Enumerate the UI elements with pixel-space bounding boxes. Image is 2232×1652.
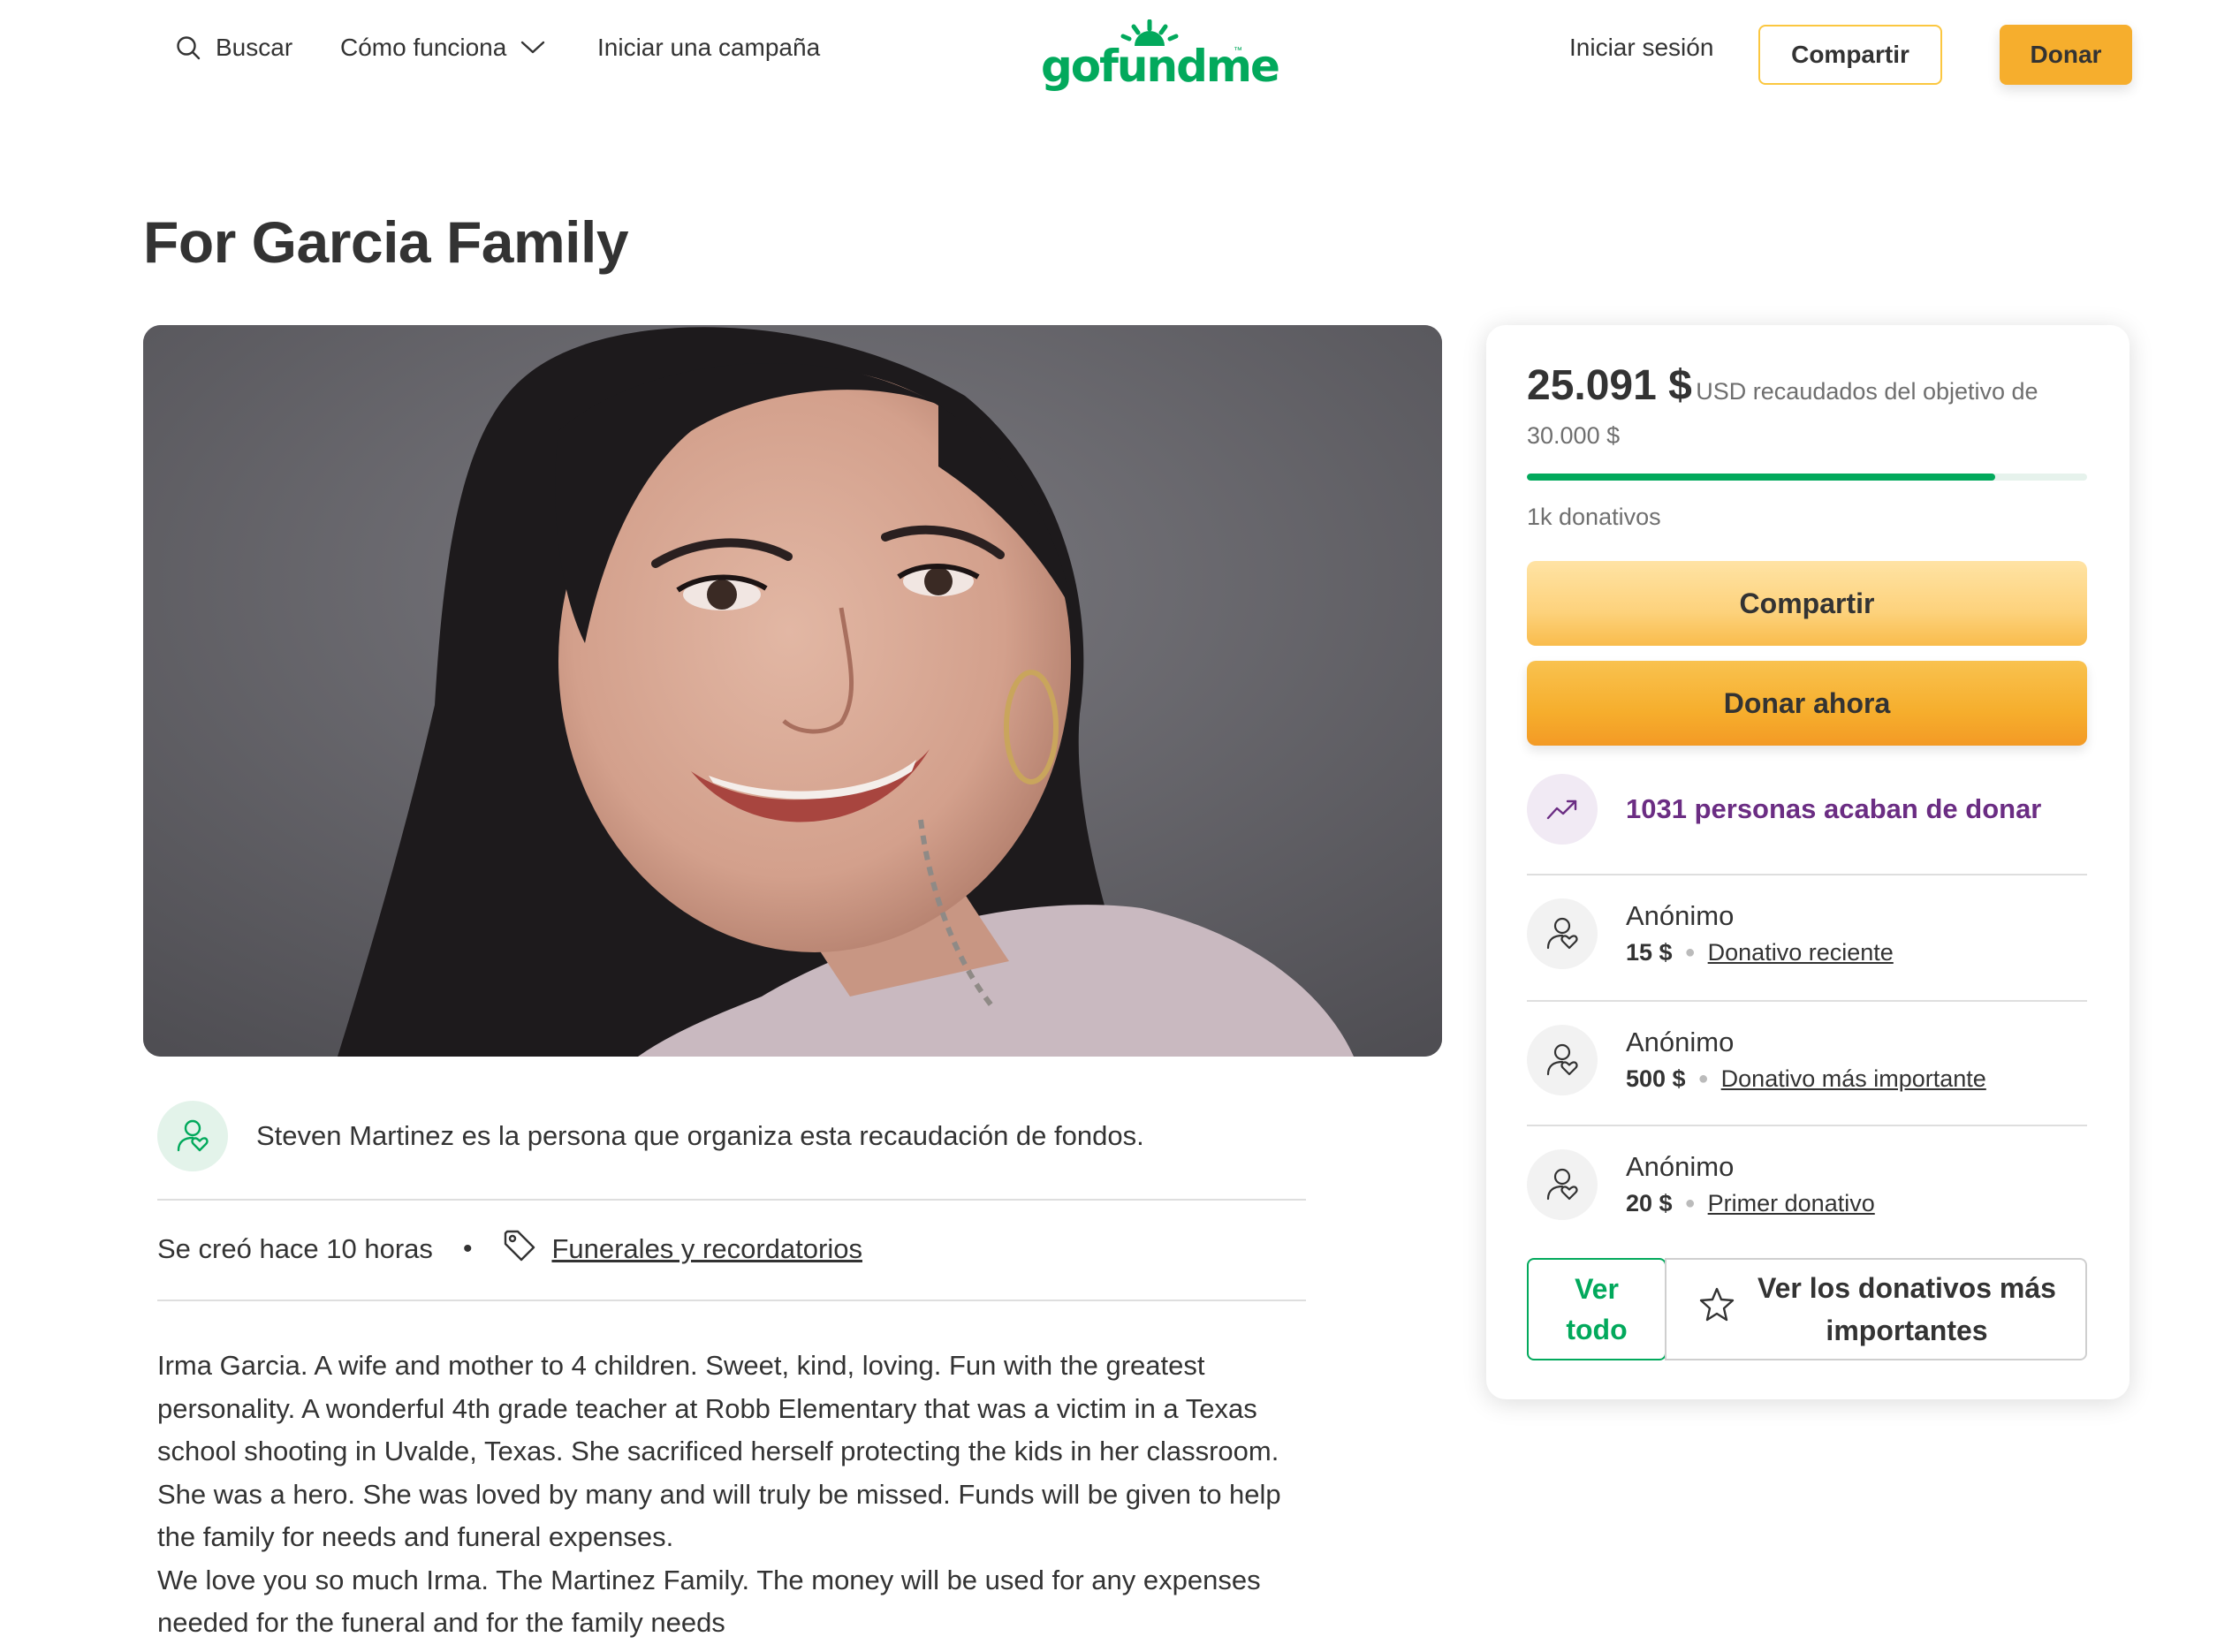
raised-amount: 25.091 $ — [1527, 362, 1692, 409]
donor-name: Anónimo — [1626, 1151, 1735, 1182]
view-all-label: Ver todo — [1566, 1273, 1628, 1345]
share-button-header[interactable]: Compartir — [1758, 25, 1942, 85]
created-time: Se creó hace 10 horas — [157, 1233, 433, 1264]
search-link[interactable]: Buscar — [175, 34, 292, 62]
donor-tag-link[interactable]: Primer donativo — [1708, 1190, 1875, 1217]
bullet-separator: • — [462, 1234, 473, 1263]
campaign-title: For Garcia Family — [143, 209, 629, 275]
campaign-story: Irma Garcia. A wife and mother to 4 chil… — [157, 1345, 1324, 1645]
donor-name: Anónimo — [1626, 1027, 1735, 1057]
donor-amount: 20 $ — [1626, 1190, 1673, 1216]
donor-name: Anónimo — [1626, 900, 1735, 931]
star-icon — [1698, 1285, 1735, 1334]
donor-amount: 500 $ — [1626, 1065, 1686, 1092]
gofundme-logo[interactable]: gofundme ™ — [1041, 19, 1280, 92]
donate-button-header[interactable]: Donar — [2000, 25, 2132, 85]
donor-tag-link[interactable]: Donativo reciente — [1708, 939, 1894, 966]
organizer-row: Steven Martinez es la persona que organi… — [157, 1101, 1144, 1171]
donor-tag-link[interactable]: Donativo más importante — [1721, 1065, 1986, 1093]
divider — [157, 1199, 1306, 1201]
user-heart-icon — [157, 1101, 228, 1171]
tag-icon — [502, 1228, 537, 1270]
share-button[interactable]: Compartir — [1527, 561, 2087, 646]
trending-up-icon — [1527, 774, 1598, 845]
donations-count: 1k donativos — [1527, 504, 1661, 530]
site-header: Buscar Cómo funciona Iniciar una campaña… — [0, 0, 2232, 110]
how-it-works-menu[interactable]: Cómo funciona — [340, 34, 545, 62]
donor-item: Anónimo 20 $ ● Primer donativo — [1527, 1149, 1875, 1220]
view-top-donations-label: Ver los donativos más importantes — [1758, 1272, 2056, 1346]
user-heart-icon — [1527, 1149, 1598, 1220]
search-label: Buscar — [216, 34, 293, 61]
donate-now-button[interactable]: Donar ahora — [1527, 661, 2087, 746]
user-heart-icon — [1527, 1025, 1598, 1095]
dot-separator: ● — [1684, 943, 1696, 962]
divider — [1527, 1125, 2087, 1126]
donor-item: Anónimo 15 $ ● Donativo reciente — [1527, 898, 1894, 969]
campaign-meta: Se creó hace 10 horas • Funerales y reco… — [157, 1228, 862, 1270]
logo-wordmark: gofundme — [1041, 41, 1280, 92]
donor-amount: 15 $ — [1626, 939, 1673, 966]
recent-activity: 1031 personas acaban de donar — [1527, 774, 2041, 845]
divider — [157, 1300, 1306, 1301]
chevron-down-icon — [520, 41, 545, 55]
start-campaign-link[interactable]: Iniciar una campaña — [597, 34, 820, 62]
login-link[interactable]: Iniciar sesión — [1569, 34, 1713, 62]
category-link[interactable]: Funerales y recordatorios — [551, 1233, 862, 1265]
recent-activity-text: 1031 personas acaban de donar — [1626, 793, 2042, 824]
user-heart-icon — [1527, 898, 1598, 969]
donation-card: 25.091 $ USD recaudados del objetivo de … — [1486, 325, 2130, 1399]
how-it-works-label: Cómo funciona — [340, 34, 507, 61]
trademark-mark: ™ — [1234, 46, 1242, 56]
story-paragraph: We love you so much Irma. The Martinez F… — [157, 1564, 1261, 1639]
progress-bar-fill — [1527, 474, 1996, 481]
dot-separator: ● — [1684, 1194, 1696, 1213]
donor-item: Anónimo 500 $ ● Donativo más importante — [1527, 1025, 1986, 1095]
raised-suffix: USD recaudados del objetivo de — [1696, 378, 2038, 405]
amount-raised: 25.091 $ USD recaudados del objetivo de — [1527, 365, 2092, 416]
story-paragraph: Irma Garcia. A wife and mother to 4 chil… — [157, 1350, 1281, 1552]
dot-separator: ● — [1697, 1069, 1709, 1088]
divider — [1527, 1000, 2087, 1002]
view-top-donations-button[interactable]: Ver los donativos más importantes — [1665, 1258, 2087, 1360]
campaign-photo — [143, 325, 1442, 1057]
goal-amount: 30.000 $ — [1527, 422, 1621, 449]
progress-bar — [1527, 474, 2087, 481]
organizer-text: Steven Martinez es la persona que organi… — [256, 1120, 1144, 1151]
view-all-button[interactable]: Ver todo — [1527, 1258, 1666, 1360]
search-icon — [175, 34, 201, 61]
divider — [1527, 874, 2087, 875]
